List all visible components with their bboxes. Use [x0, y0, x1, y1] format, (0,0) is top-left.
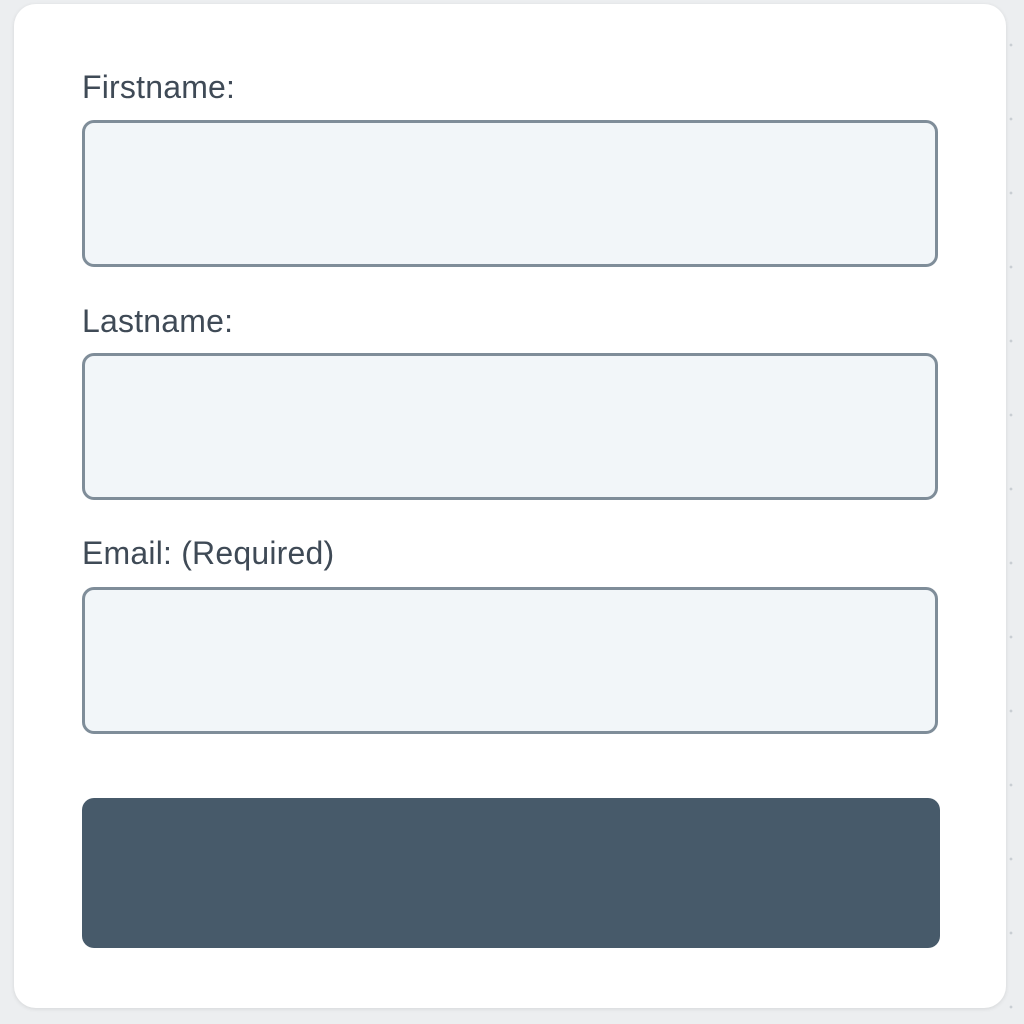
submit-button[interactable]	[82, 798, 940, 948]
lastname-input[interactable]	[82, 353, 938, 500]
lastname-label: Lastname:	[82, 303, 234, 339]
background-dot-pattern	[1008, 0, 1014, 1024]
email-input[interactable]	[82, 587, 938, 734]
signup-form-card: Firstname: Lastname: Email: (Required)	[14, 4, 1006, 1008]
firstname-input[interactable]	[82, 120, 938, 267]
email-label: Email: (Required)	[82, 535, 335, 571]
firstname-label: Firstname:	[82, 69, 236, 105]
